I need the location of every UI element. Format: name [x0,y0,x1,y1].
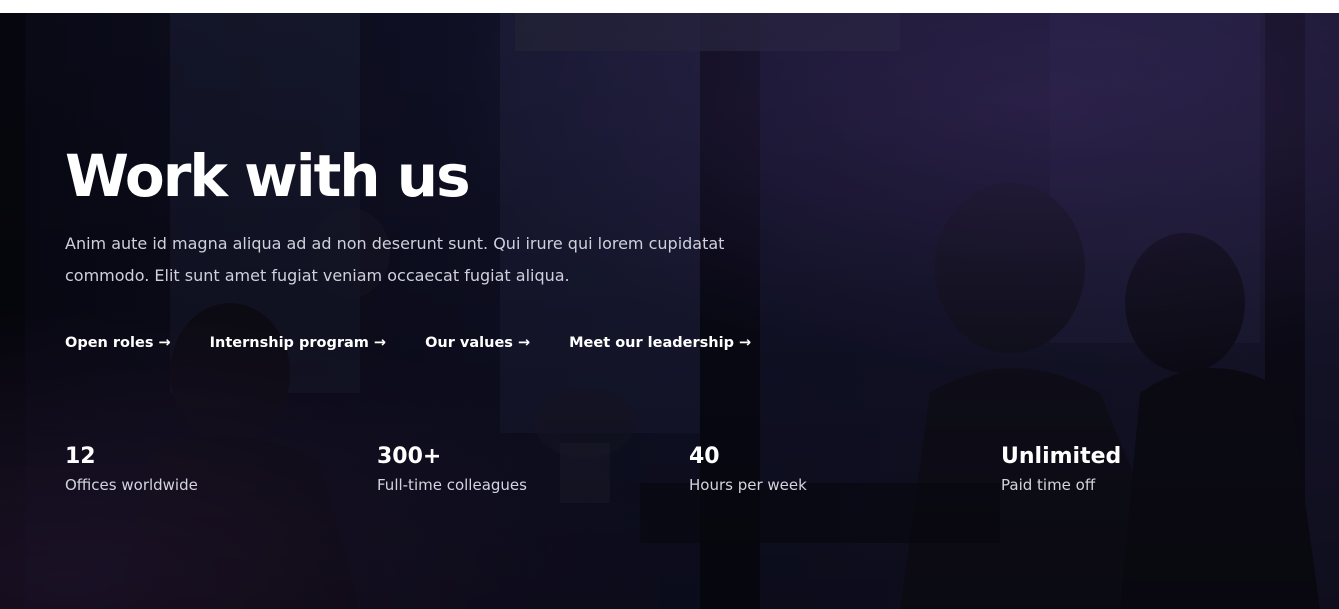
meet-our-leadership-link[interactable]: Meet our leadership → [569,332,751,354]
top-white-strip [0,0,1339,13]
our-values-link[interactable]: Our values → [425,332,530,354]
stat-value: 12 [65,444,96,469]
page-title: Work with us [65,142,471,210]
hero-section: Work with us Anim aute id magna aliqua a… [0,13,1339,609]
stat-label: Full-time colleagues [377,476,527,494]
stat-colleagues: 300+ Full-time colleagues [377,443,527,496]
hero-description: Anim aute id magna aliqua ad ad non dese… [65,234,725,285]
stat-offices: 12 Offices worldwide [65,443,198,496]
stat-value: 40 [689,444,720,469]
stat-time-off: Unlimited Paid time off [1001,443,1121,496]
stat-label: Offices worldwide [65,476,198,494]
stat-value: 300+ [377,444,442,469]
stat-value: Unlimited [1001,444,1122,469]
stat-label: Paid time off [1001,476,1096,494]
stat-label: Hours per week [689,476,807,494]
stat-hours: 40 Hours per week [689,443,807,496]
hero-links: Open roles → Internship program → Our va… [65,332,751,354]
open-roles-link[interactable]: Open roles → [65,332,171,354]
hero-content: Work with us Anim aute id magna aliqua a… [0,13,1339,609]
internship-program-link[interactable]: Internship program → [210,332,386,354]
